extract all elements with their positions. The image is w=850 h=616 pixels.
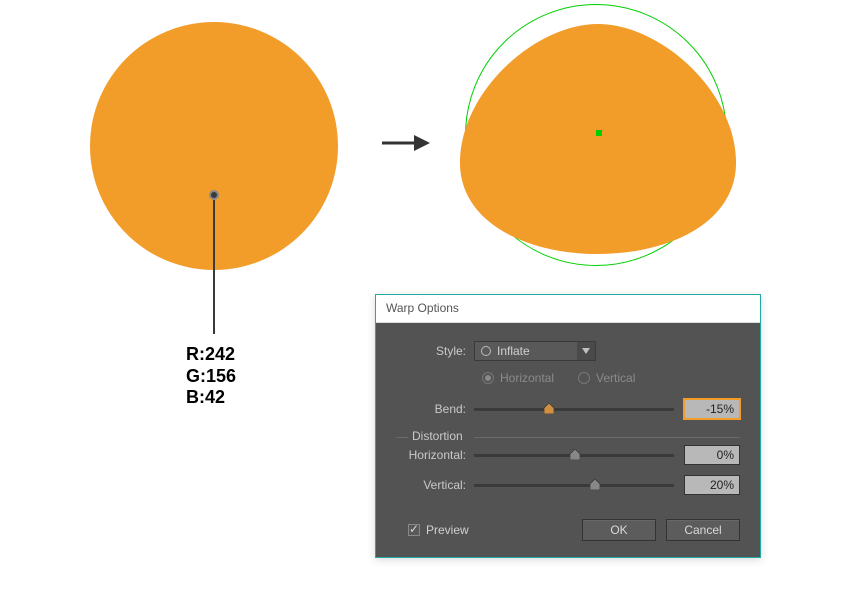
- radio-label: Vertical: [596, 371, 635, 385]
- distortion-label: Distortion: [412, 429, 463, 443]
- dialog-bottom-row: Preview OK Cancel: [396, 519, 740, 541]
- vertical-slider-row: Vertical: 20%: [396, 475, 740, 495]
- bend-slider[interactable]: [474, 408, 674, 411]
- tutorial-illustration: R:242 G:156 B:42: [0, 0, 850, 340]
- orientation-vertical-radio[interactable]: Vertical: [578, 371, 635, 385]
- preview-checkbox[interactable]: Preview: [408, 523, 469, 537]
- orientation-radio-group: Horizontal Vertical: [482, 371, 740, 385]
- bend-label: Bend:: [396, 402, 474, 416]
- warped-shape: [460, 20, 736, 256]
- horizontal-slider-row: Horizontal: 0%: [396, 445, 740, 465]
- anchor-point-icon: [209, 190, 219, 200]
- cancel-button[interactable]: Cancel: [666, 519, 740, 541]
- radio-icon: [578, 372, 590, 384]
- horizontal-slider[interactable]: [474, 454, 674, 457]
- inflate-icon: [481, 346, 491, 356]
- warp-options-dialog: Warp Options Style: Inflate Horizontal V…: [375, 294, 761, 558]
- style-value: Inflate: [497, 344, 530, 358]
- bend-value-input[interactable]: -15%: [684, 399, 740, 419]
- slider-thumb-icon: [570, 449, 580, 460]
- style-dropdown[interactable]: Inflate: [474, 341, 596, 361]
- vertical-value-input[interactable]: 20%: [684, 475, 740, 495]
- checkbox-icon: [408, 524, 420, 536]
- dialog-titlebar[interactable]: Warp Options: [376, 295, 760, 323]
- color-r: R:242: [186, 344, 236, 366]
- horizontal-value-input[interactable]: 0%: [684, 445, 740, 465]
- vertical-label: Vertical:: [396, 478, 474, 492]
- ok-button[interactable]: OK: [582, 519, 656, 541]
- radio-icon: [482, 372, 494, 384]
- color-b: B:42: [186, 387, 236, 409]
- bend-slider-row: Bend: -15%: [396, 399, 740, 419]
- preview-label: Preview: [426, 523, 469, 537]
- dialog-title: Warp Options: [386, 301, 459, 315]
- slider-thumb-icon: [590, 479, 600, 490]
- center-anchor-icon: [596, 130, 602, 136]
- chevron-down-icon: [577, 342, 595, 360]
- color-g: G:156: [186, 366, 236, 388]
- orientation-horizontal-radio[interactable]: Horizontal: [482, 371, 554, 385]
- warped-result-group: [460, 4, 736, 280]
- horizontal-label: Horizontal:: [396, 448, 474, 462]
- radio-label: Horizontal: [500, 371, 554, 385]
- vertical-slider[interactable]: [474, 484, 674, 487]
- dialog-body: Style: Inflate Horizontal Vertical Bend:: [376, 323, 760, 557]
- distortion-section-header: Distortion: [396, 429, 740, 445]
- style-row: Style: Inflate: [396, 341, 740, 361]
- callout-line: [213, 200, 215, 334]
- slider-thumb-icon: [544, 403, 554, 414]
- rgb-color-readout: R:242 G:156 B:42: [186, 344, 236, 409]
- arrow-right-icon: [380, 128, 430, 158]
- style-label: Style:: [396, 344, 474, 358]
